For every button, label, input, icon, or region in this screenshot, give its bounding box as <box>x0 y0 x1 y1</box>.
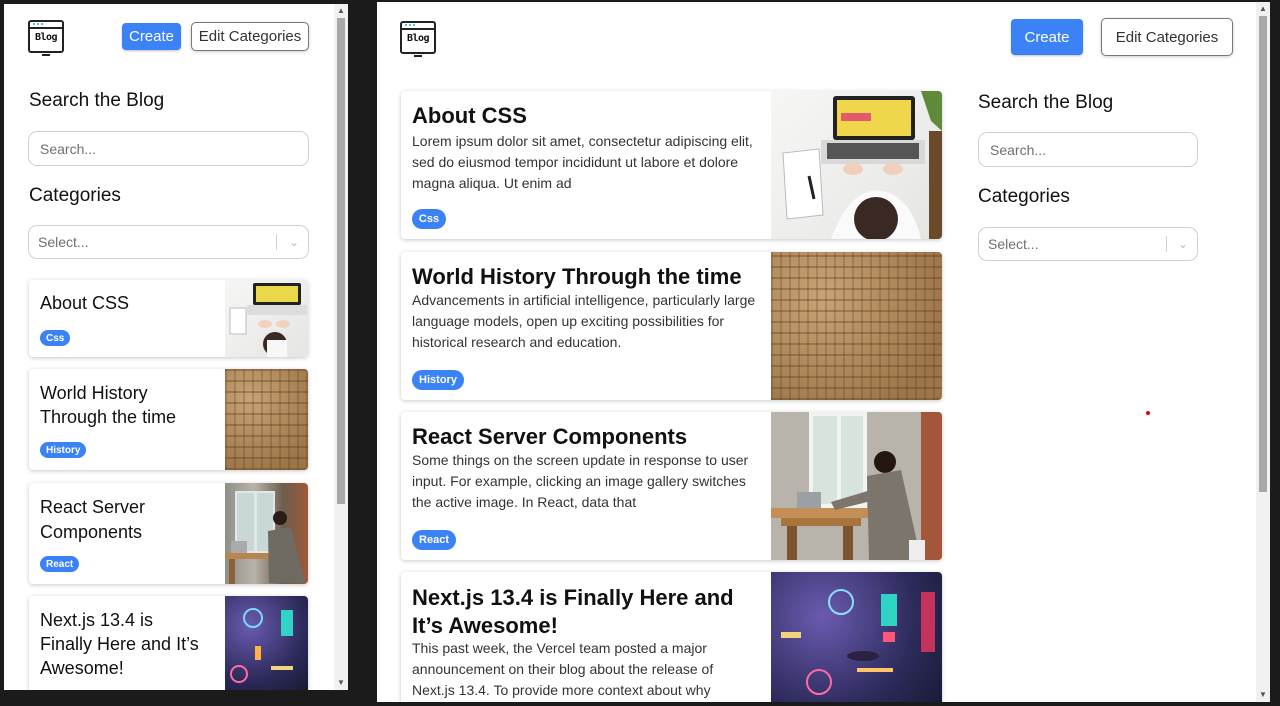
post-card[interactable]: About CSS Lorem ipsum dolor sit amet, co… <box>401 91 942 239</box>
laptop-desk-image <box>225 280 308 357</box>
category-tag[interactable]: Css <box>40 330 71 346</box>
man-at-laptop-image <box>225 483 308 584</box>
left-scrollbar[interactable]: ▲ ▼ <box>334 4 348 690</box>
cursor-marker <box>1146 411 1150 415</box>
wide-window: Blog Create Edit Categories About CSS Lo… <box>377 2 1270 702</box>
search-heading: Search the Blog <box>29 90 165 111</box>
select-placeholder: Select... <box>988 236 1039 252</box>
post-card[interactable]: About CSS Css <box>29 280 308 357</box>
category-tag[interactable]: History <box>412 370 464 390</box>
edit-categories-button[interactable]: Edit Categories <box>191 22 309 51</box>
scroll-thumb[interactable] <box>337 18 345 504</box>
category-tag[interactable]: History <box>40 442 87 458</box>
logo-text: Blog <box>34 32 58 43</box>
post-card[interactable]: Next.js 13.4 is Finally Here and It’s Aw… <box>29 596 308 690</box>
post-title[interactable]: Next.js 13.4 is Finally Here and It’s Aw… <box>412 584 757 640</box>
post-title[interactable]: Next.js 13.4 is Finally Here and It’s Aw… <box>40 608 210 680</box>
chevron-down-icon[interactable]: ⌄ <box>1167 228 1199 260</box>
categories-heading: Categories <box>29 185 121 206</box>
edit-categories-button[interactable]: Edit Categories <box>1101 18 1233 56</box>
post-card[interactable]: Next.js 13.4 is Finally Here and It’s Aw… <box>401 572 942 702</box>
search-placeholder: Search... <box>40 140 97 157</box>
scroll-down-icon[interactable]: ▼ <box>334 676 348 690</box>
categories-heading: Categories <box>978 186 1070 207</box>
scroll-up-icon[interactable]: ▲ <box>334 4 348 18</box>
post-excerpt: Advancements in artificial intelligence,… <box>412 292 756 350</box>
post-card[interactable]: World History Through the time Advanceme… <box>401 252 942 400</box>
select-placeholder: Select... <box>38 234 89 250</box>
search-placeholder: Search... <box>990 141 1047 158</box>
laptop-desk-image <box>771 91 942 239</box>
chevron-down-icon[interactable]: ⌄ <box>278 226 310 258</box>
post-excerpt: Some things on the screen update in resp… <box>412 452 749 510</box>
post-title[interactable]: World History Through the time <box>412 264 767 290</box>
search-heading: Search the Blog <box>978 92 1114 113</box>
post-title[interactable]: React Server Components <box>412 424 767 450</box>
logo-text: Blog <box>406 33 430 44</box>
category-tag[interactable]: Css <box>412 209 446 229</box>
post-title[interactable]: About CSS <box>412 103 767 129</box>
post-title[interactable]: React Server Components <box>40 495 210 545</box>
post-excerpt: This past week, the Vercel team posted a… <box>412 640 714 698</box>
post-card[interactable]: World History Through the time History <box>29 369 308 470</box>
hieroglyphs-image <box>771 252 942 400</box>
category-select[interactable]: Select... ⌄ <box>978 227 1198 261</box>
create-button[interactable]: Create <box>122 23 181 50</box>
scroll-down-icon[interactable]: ▼ <box>1256 688 1270 702</box>
narrow-window: Blog Create Edit Categories Search the B… <box>4 4 348 690</box>
select-separator <box>276 234 277 250</box>
category-select[interactable]: Select... ⌄ <box>28 225 309 259</box>
category-tag[interactable]: React <box>40 556 80 572</box>
neon-street-image <box>771 572 942 702</box>
scroll-up-icon[interactable]: ▲ <box>1256 2 1270 16</box>
scroll-thumb[interactable] <box>1259 16 1267 492</box>
hieroglyphs-image <box>225 369 308 470</box>
post-card[interactable]: React Server Components React <box>29 483 308 584</box>
post-title[interactable]: About CSS <box>40 293 215 314</box>
neon-street-image <box>225 596 308 690</box>
blog-logo[interactable]: Blog <box>28 20 64 56</box>
post-title[interactable]: World History Through the time <box>40 381 210 429</box>
right-scrollbar[interactable]: ▲ ▼ <box>1256 2 1270 702</box>
search-input[interactable]: Search... <box>978 132 1198 167</box>
post-card[interactable]: React Server Components Some things on t… <box>401 412 942 560</box>
search-input[interactable]: Search... <box>28 131 309 166</box>
post-excerpt: Lorem ipsum dolor sit amet, consectetur … <box>412 133 753 191</box>
create-button[interactable]: Create <box>1011 19 1083 55</box>
category-tag[interactable]: React <box>412 530 456 550</box>
man-at-laptop-image <box>771 412 942 560</box>
blog-logo[interactable]: Blog <box>400 21 436 57</box>
